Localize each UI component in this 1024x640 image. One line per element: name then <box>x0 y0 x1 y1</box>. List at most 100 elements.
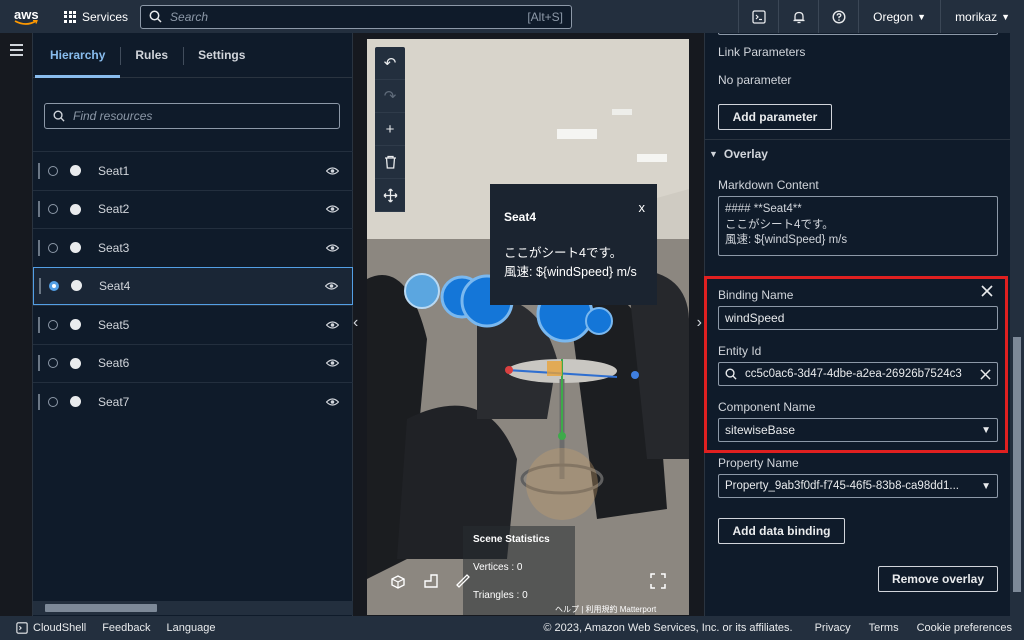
trash-icon[interactable] <box>375 146 405 179</box>
floorplan-icon[interactable] <box>422 572 440 590</box>
close-icon[interactable] <box>981 285 993 297</box>
eye-icon[interactable] <box>326 320 339 329</box>
input-value: cc5c0ac6-3d47-4dbe-a2ea-26926b7524c3 <box>745 368 962 380</box>
caret-down-icon: ▼ <box>917 11 927 22</box>
property-name-select[interactable]: Property_9ab3f0df-f745-46f5-83b8-ca98dd1… <box>718 474 998 498</box>
box-view-icon[interactable] <box>389 572 407 590</box>
horizontal-scrollbar[interactable] <box>33 601 353 615</box>
find-resources-input[interactable]: Find resources <box>44 103 340 129</box>
language-link[interactable]: Language <box>167 622 216 634</box>
search-placeholder: Search <box>170 9 209 24</box>
drag-handle-icon[interactable] <box>38 316 40 333</box>
panel-tabs: Hierarchy Rules Settings <box>33 33 352 78</box>
clear-icon[interactable] <box>980 368 991 380</box>
add-data-binding-button[interactable]: Add data binding <box>718 518 845 544</box>
fullscreen-icon[interactable] <box>649 572 667 590</box>
search-icon <box>149 10 162 23</box>
remove-overlay-button[interactable]: Remove overlay <box>878 566 998 592</box>
matterport-credit[interactable]: ヘルプ | 利用規約 Matterport <box>555 604 656 615</box>
redo-icon[interactable]: ↷ <box>375 80 405 113</box>
services-label: Services <box>82 9 129 24</box>
overlay-section-header[interactable]: ▼ Overlay <box>705 139 1010 167</box>
list-item[interactable]: Seat2 <box>33 189 353 229</box>
eye-icon[interactable] <box>326 166 339 175</box>
drag-handle-icon[interactable] <box>38 239 40 256</box>
vertical-scrollbar[interactable] <box>1010 33 1024 616</box>
notifications-button[interactable] <box>778 0 818 33</box>
select-value: Property_9ab3f0df-f745-46f5-83b8-ca98dd1… <box>725 480 959 492</box>
list-item-label: Seat3 <box>98 240 130 255</box>
3d-scene-canvas[interactable]: Seat4 x ここがシート4です。 風速: ${windSpeed} m/s … <box>367 39 689 615</box>
add-parameter-button[interactable]: Add parameter <box>718 104 832 130</box>
scrollbar-thumb[interactable] <box>1013 337 1021 592</box>
scrollbar-thumb[interactable] <box>45 604 157 612</box>
measure-icon[interactable] <box>454 572 472 590</box>
undo-icon[interactable]: ↶ <box>375 47 405 80</box>
stats-title: Scene Statistics <box>473 534 550 545</box>
help-button[interactable] <box>818 0 858 33</box>
services-menu-button[interactable]: Services <box>64 10 128 24</box>
cloudshell-footer-button[interactable]: CloudShell <box>16 622 86 634</box>
collapse-right-icon[interactable]: › <box>697 314 702 332</box>
menu-icon[interactable] <box>10 44 23 59</box>
drag-handle-icon[interactable] <box>38 393 40 410</box>
caret-down-icon: ▼ <box>709 148 718 159</box>
markdown-content-textarea[interactable]: #### **Seat4** ここがシート4です。 風速: ${windSpee… <box>718 196 998 256</box>
move-icon[interactable] <box>375 179 405 212</box>
list-item[interactable]: Seat3 <box>33 228 353 267</box>
property-name-label: Property Name <box>718 456 799 470</box>
eye-icon[interactable] <box>325 281 338 290</box>
button-label: Add data binding <box>732 524 831 538</box>
drag-handle-icon[interactable] <box>38 201 40 218</box>
binding-name-label: Binding Name <box>718 288 794 302</box>
scene-viewer: ‹ › Seat4 x ここがシート4です。 風速: ${windSpeed} … <box>353 33 704 616</box>
button-label: Add parameter <box>732 110 818 124</box>
region-selector[interactable]: Oregon ▼ <box>858 0 940 33</box>
close-icon[interactable]: x <box>639 200 646 215</box>
list-item-selected[interactable]: Seat4 <box>33 266 353 305</box>
privacy-link[interactable]: Privacy <box>815 622 851 634</box>
select-value: sitewiseBase <box>725 423 796 437</box>
tab-rules[interactable]: Rules <box>120 33 183 77</box>
eye-icon[interactable] <box>326 243 339 252</box>
binding-name-input[interactable]: windSpeed <box>718 306 998 330</box>
tab-settings[interactable]: Settings <box>183 33 260 77</box>
list-item[interactable]: Seat7 <box>33 382 353 421</box>
entity-id-input[interactable]: cc5c0ac6-3d47-4dbe-a2ea-26926b7524c3 <box>718 362 998 386</box>
radio-button[interactable] <box>48 242 58 253</box>
list-item[interactable]: Seat5 <box>33 305 353 344</box>
user-label: morikaz <box>955 9 998 24</box>
radio-button[interactable] <box>48 165 58 176</box>
section-title: Overlay <box>723 146 768 161</box>
cloudshell-button[interactable] <box>738 0 778 33</box>
side-navigation <box>0 33 33 616</box>
list-item[interactable]: Seat6 <box>33 343 353 383</box>
drag-handle-icon[interactable] <box>39 277 41 294</box>
eye-icon[interactable] <box>326 397 339 406</box>
radio-button[interactable] <box>48 396 58 407</box>
drag-handle-icon[interactable] <box>38 162 40 179</box>
grid-icon <box>64 10 76 23</box>
feedback-link[interactable]: Feedback <box>102 622 150 634</box>
eye-icon[interactable] <box>326 205 339 214</box>
eye-icon[interactable] <box>326 359 339 368</box>
radio-button[interactable] <box>48 358 58 369</box>
footer-label: CloudShell <box>33 622 87 634</box>
aws-logo[interactable]: aws <box>14 6 42 28</box>
global-search-input[interactable]: Search [Alt+S] <box>140 4 573 29</box>
component-name-select[interactable]: sitewiseBase ▼ <box>718 418 998 442</box>
tag-icon <box>70 203 81 215</box>
radio-button[interactable] <box>48 204 58 215</box>
account-menu[interactable]: morikaz ▼ <box>940 0 1024 33</box>
terms-link[interactable]: Terms <box>869 622 899 634</box>
collapse-left-icon[interactable]: ‹ <box>353 314 358 332</box>
cookie-preferences-link[interactable]: Cookie preferences <box>917 622 1012 634</box>
radio-button-checked[interactable] <box>49 280 59 291</box>
add-icon[interactable]: + <box>375 113 405 146</box>
list-item[interactable]: Seat1 <box>33 151 353 190</box>
popup-line: ここがシート4です。 <box>504 246 623 260</box>
drag-handle-icon[interactable] <box>38 355 40 372</box>
tab-hierarchy[interactable]: Hierarchy <box>35 33 121 78</box>
radio-button[interactable] <box>48 319 58 330</box>
help-icon <box>832 9 846 24</box>
